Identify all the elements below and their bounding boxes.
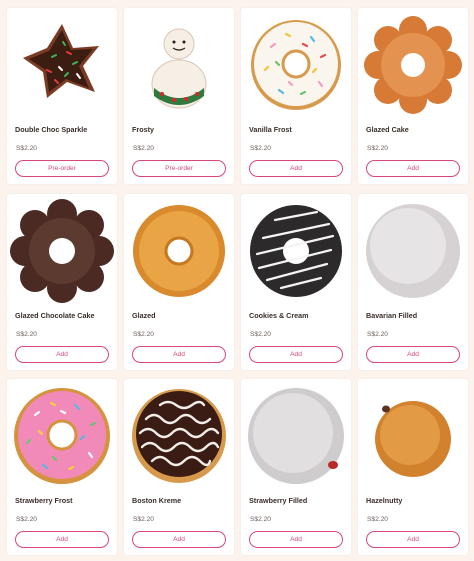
product-image[interactable] xyxy=(241,383,351,489)
product-name: Double Choc Sparkle xyxy=(15,125,88,134)
product-card[interactable]: Double Choc Sparkle S$2.20 Pre-order xyxy=(7,8,117,184)
pre-order-button[interactable]: Pre-order xyxy=(15,160,109,177)
product-card[interactable]: Cookies & Cream S$2.20 Add xyxy=(241,194,351,370)
product-card[interactable]: Frosty S$2.20 Pre-order xyxy=(124,8,234,184)
product-image[interactable] xyxy=(7,383,117,489)
add-button[interactable]: Add xyxy=(366,531,460,548)
add-button[interactable]: Add xyxy=(249,346,343,363)
product-name: Glazed Chocolate Cake xyxy=(15,311,95,320)
product-price: S$2.20 xyxy=(367,145,388,152)
product-name: Hazelnutty xyxy=(366,496,403,505)
product-image[interactable] xyxy=(241,12,351,118)
product-price: S$2.20 xyxy=(250,145,271,152)
product-card[interactable]: Glazed Chocolate Cake S$2.20 Add xyxy=(7,194,117,370)
product-name: Cookies & Cream xyxy=(249,311,309,320)
product-name: Boston Kreme xyxy=(132,496,182,505)
product-name: Frosty xyxy=(132,125,154,134)
product-image[interactable] xyxy=(7,198,117,304)
product-image[interactable] xyxy=(358,198,468,304)
product-name: Strawberry Frost xyxy=(15,496,73,505)
product-image[interactable] xyxy=(7,12,117,118)
product-name: Vanilla Frost xyxy=(249,125,292,134)
product-card[interactable]: Strawberry Filled S$2.20 Add xyxy=(241,379,351,555)
add-button[interactable]: Add xyxy=(15,346,109,363)
product-name: Strawberry Filled xyxy=(249,496,308,505)
product-image[interactable] xyxy=(124,198,234,304)
product-card[interactable]: Bavarian Filled S$2.20 Add xyxy=(358,194,468,370)
product-name: Bavarian Filled xyxy=(366,311,418,320)
product-grid: Double Choc Sparkle S$2.20 Pre-order Fro… xyxy=(0,0,474,561)
add-button[interactable]: Add xyxy=(366,160,460,177)
product-card[interactable]: Glazed Cake S$2.20 Add xyxy=(358,8,468,184)
product-name: Glazed Cake xyxy=(366,125,409,134)
add-button[interactable]: Add xyxy=(249,531,343,548)
product-name: Glazed xyxy=(132,311,156,320)
product-price: S$2.20 xyxy=(16,331,37,338)
add-button[interactable]: Add xyxy=(366,346,460,363)
product-price: S$2.20 xyxy=(367,516,388,523)
product-card[interactable]: Hazelnutty S$2.20 Add xyxy=(358,379,468,555)
product-price: S$2.20 xyxy=(133,516,154,523)
add-button[interactable]: Add xyxy=(249,160,343,177)
product-price: S$2.20 xyxy=(16,145,37,152)
add-button[interactable]: Add xyxy=(132,346,226,363)
product-price: S$2.20 xyxy=(133,145,154,152)
product-card[interactable]: Strawberry Frost S$2.20 Add xyxy=(7,379,117,555)
pre-order-button[interactable]: Pre-order xyxy=(132,160,226,177)
product-card[interactable]: Vanilla Frost S$2.20 Add xyxy=(241,8,351,184)
product-price: S$2.20 xyxy=(133,331,154,338)
product-card[interactable]: Glazed S$2.20 Add xyxy=(124,194,234,370)
product-card[interactable]: Boston Kreme S$2.20 Add xyxy=(124,379,234,555)
product-image[interactable] xyxy=(124,383,234,489)
add-button[interactable]: Add xyxy=(15,531,109,548)
product-price: S$2.20 xyxy=(250,516,271,523)
product-price: S$2.20 xyxy=(16,516,37,523)
product-image[interactable] xyxy=(358,12,468,118)
product-price: S$2.20 xyxy=(250,331,271,338)
product-image[interactable] xyxy=(124,12,234,118)
product-price: S$2.20 xyxy=(367,331,388,338)
add-button[interactable]: Add xyxy=(132,531,226,548)
product-image[interactable] xyxy=(358,383,468,489)
product-image[interactable] xyxy=(241,198,351,304)
